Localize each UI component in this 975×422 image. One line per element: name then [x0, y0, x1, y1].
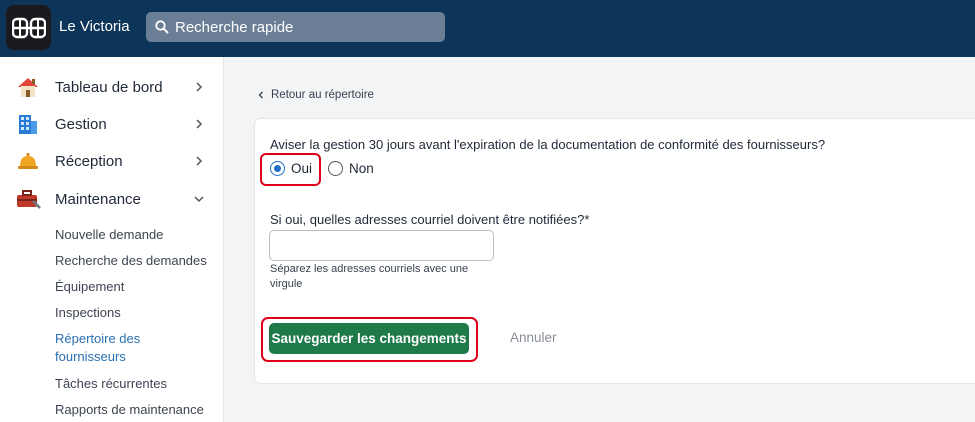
search-icon	[155, 20, 169, 34]
search-box[interactable]	[146, 12, 445, 42]
radio-button-checked[interactable]	[270, 161, 285, 176]
radio-button-unchecked[interactable]	[328, 161, 343, 176]
service-bell-icon	[15, 148, 41, 174]
sidebar-item-reception[interactable]: Réception	[0, 145, 224, 177]
sidebar-subitem-recherche-des-demandes[interactable]: Recherche des demandes	[55, 252, 207, 270]
email-help-text: Séparez les adresses courriels avec une …	[270, 263, 469, 290]
chevron-left-icon	[258, 91, 263, 99]
radio-oui[interactable]: Oui	[270, 161, 312, 176]
back-link[interactable]: Retour au répertoire	[257, 89, 374, 101]
chevron-down-icon	[194, 196, 204, 203]
sidebar-item-label: Réception	[55, 152, 123, 170]
chevron-right-icon	[196, 82, 203, 92]
email-field-label: Si oui, quelles adresses courriel doiven…	[270, 212, 590, 227]
sidebar-subitem-taches-recurrentes[interactable]: Tâches récurrentes	[55, 375, 167, 393]
radio-non[interactable]: Non	[328, 161, 374, 176]
sidebar-subitem-inspections[interactable]: Inspections	[55, 304, 121, 322]
office-building-icon	[15, 111, 41, 137]
sidebar-item-label: Gestion	[55, 115, 107, 133]
compliance-question: Aviser la gestion 30 jours avant l'expir…	[270, 137, 826, 152]
radio-label-oui: Oui	[291, 161, 313, 176]
chevron-right-icon	[196, 119, 203, 129]
house-icon	[15, 74, 41, 100]
sidebar-item-maintenance[interactable]: Maintenance	[0, 183, 224, 215]
chevron-right-icon	[196, 156, 203, 166]
sidebar-subitem-rapports-de-maintenance[interactable]: Rapports de maintenance	[55, 401, 204, 419]
top-bar: Le Victoria	[0, 0, 975, 57]
sidebar-item-label: Tableau de bord	[55, 78, 163, 96]
save-button[interactable]: Sauvegarder les changements	[269, 323, 469, 354]
back-link-label: Retour au répertoire	[271, 89, 374, 101]
toolbox-icon	[15, 186, 41, 212]
sidebar-subitem-repertoire-des-fournisseurs[interactable]: Répertoire des fournisseurs	[55, 330, 175, 366]
sidebar: Tableau de bord Gestion Réception Mainte…	[0, 57, 224, 422]
sidebar-subitem-equipement[interactable]: Équipement	[55, 278, 124, 296]
search-input[interactable]	[175, 18, 415, 36]
sidebar-subitem-nouvelle-demande[interactable]: Nouvelle demande	[55, 226, 163, 244]
app-title: Le Victoria	[59, 18, 130, 35]
email-field[interactable]	[269, 230, 494, 261]
sidebar-item-gestion[interactable]: Gestion	[0, 108, 224, 140]
building-logo-icon[interactable]	[6, 5, 51, 50]
cancel-button[interactable]: Annuler	[510, 330, 557, 345]
sidebar-item-label: Maintenance	[55, 190, 141, 208]
radio-label-non: Non	[349, 161, 374, 176]
sidebar-item-tableau-de-bord[interactable]: Tableau de bord	[0, 71, 224, 103]
